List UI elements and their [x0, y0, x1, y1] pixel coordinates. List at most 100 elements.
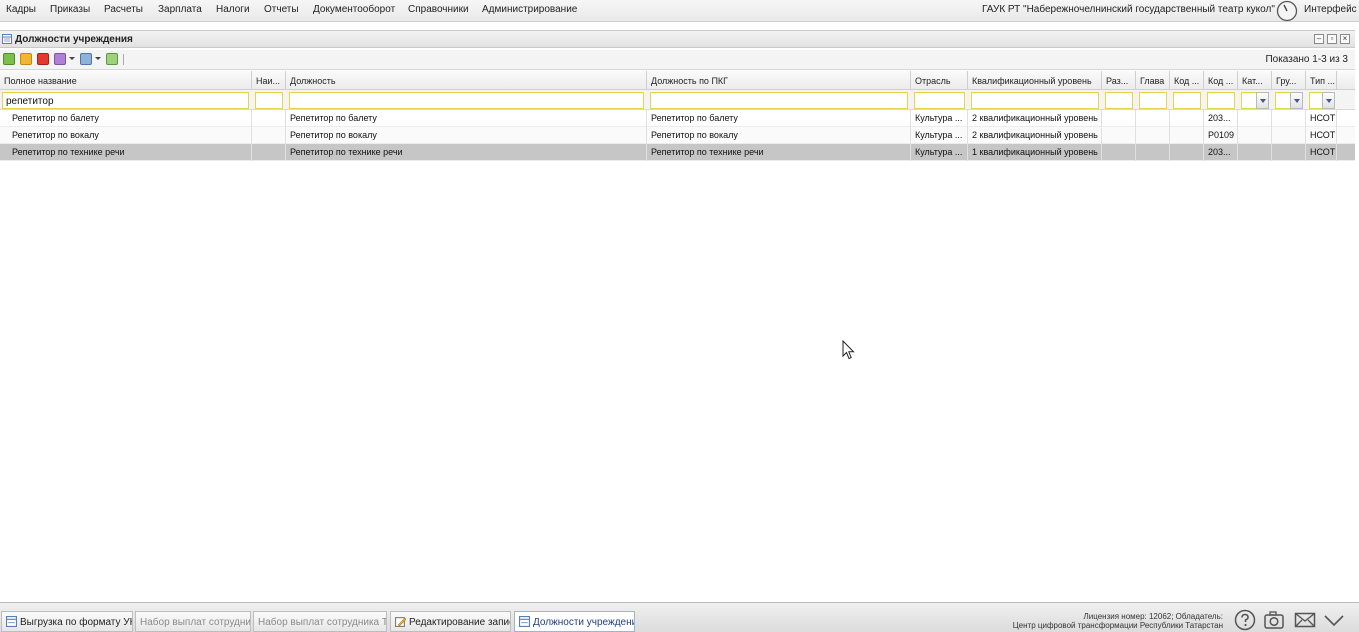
- menu-item-dokumentooborot[interactable]: Документооборот: [313, 4, 395, 15]
- column-header-chapter[interactable]: Глава: [1136, 71, 1170, 90]
- menu-item-raschety[interactable]: Расчеты: [104, 4, 143, 15]
- task-label: Должности учреждения: [533, 617, 635, 628]
- dropdown-icon[interactable]: [1323, 609, 1345, 631]
- task-payments-set-te[interactable]: Набор выплат сотрудника Те...: [253, 611, 387, 632]
- grid-window-icon: [2, 34, 12, 44]
- task-positions[interactable]: Должности учреждения: [514, 611, 635, 632]
- edit-icon[interactable]: [20, 53, 32, 65]
- task-label: Набор выплат сотрудника: [140, 617, 251, 628]
- minimize-button[interactable]: –: [1314, 34, 1324, 44]
- task-label: Выгрузка по формату УК...: [20, 617, 133, 628]
- main-menu-bar: Кадры Приказы Расчеты Зарплата Налоги От…: [0, 0, 1359, 22]
- cell-section: [1102, 144, 1136, 161]
- column-header-position[interactable]: Должность: [286, 71, 647, 90]
- cell-category: [1238, 110, 1272, 127]
- task-label: Редактирование записи: [409, 617, 511, 628]
- column-header-group[interactable]: Гру...: [1272, 71, 1306, 90]
- restore-button[interactable]: ▫: [1327, 34, 1337, 44]
- cell-code-2: 203...: [1204, 144, 1238, 161]
- column-header-category[interactable]: Кат...: [1238, 71, 1272, 90]
- filter-industry-input[interactable]: [914, 92, 965, 109]
- column-header-section[interactable]: Раз...: [1102, 71, 1136, 90]
- delete-icon[interactable]: [37, 53, 49, 65]
- license-line-1: Лицензия номер: 12062; Обладатель:: [1083, 612, 1224, 621]
- column-header-code-2[interactable]: Код ...: [1204, 71, 1238, 90]
- menu-item-prikazy[interactable]: Приказы: [50, 4, 90, 15]
- task-export-uk[interactable]: Выгрузка по формату УК...: [1, 611, 133, 632]
- license-info: Лицензия номер: 12062; Обладатель: Центр…: [1013, 612, 1223, 630]
- print-icon[interactable]: [80, 53, 92, 65]
- refresh-icon[interactable]: [106, 53, 118, 65]
- column-header-full-name[interactable]: Полное название: [0, 71, 252, 90]
- column-header-code-1[interactable]: Код ...: [1170, 71, 1204, 90]
- task-label: Набор выплат сотрудника Те...: [258, 617, 387, 628]
- grid-window-icon: [519, 616, 530, 627]
- menu-item-administrirovanie[interactable]: Администрирование: [482, 4, 577, 15]
- cell-industry: Культура ...: [911, 127, 968, 144]
- column-header-qualification-level[interactable]: Квалификационный уровень: [968, 71, 1102, 90]
- print-dropdown-icon[interactable]: [95, 57, 101, 60]
- license-line-2: Центр цифровой трансформации Республики …: [1012, 621, 1223, 630]
- cell-full-name: Репетитор по балету: [0, 110, 252, 127]
- table-row[interactable]: Репетитор по технике речи Репетитор по те…: [0, 144, 1355, 161]
- column-header-short-name[interactable]: Наи...: [252, 71, 286, 90]
- interface-menu[interactable]: Интерфейс: [1304, 4, 1359, 15]
- clock-icon[interactable]: [1276, 0, 1298, 22]
- filter-group-combo[interactable]: [1275, 92, 1291, 109]
- filter-row: [0, 90, 1355, 110]
- window-taskbar: Выгрузка по формату УК... Набор выплат с…: [0, 602, 1359, 632]
- filter-chapter-input[interactable]: [1139, 92, 1167, 109]
- filter-code-2-input[interactable]: [1207, 92, 1235, 109]
- cell-qualification-level: 1 квалификационный уровень: [968, 144, 1102, 161]
- cell-position: Репетитор по технике речи: [286, 144, 647, 161]
- mail-icon[interactable]: [1294, 609, 1316, 631]
- filter-qualification-input[interactable]: [971, 92, 1099, 109]
- task-payments-set[interactable]: Набор выплат сотрудника: [135, 611, 251, 632]
- filter-full-name-input[interactable]: [2, 92, 249, 109]
- edit-record-icon: [395, 617, 406, 627]
- filter-code-1-input[interactable]: [1173, 92, 1201, 109]
- settings-dropdown-icon[interactable]: [69, 57, 75, 60]
- task-edit-record[interactable]: Редактирование записи: [390, 611, 511, 632]
- organization-name: ГАУК РТ "Набережночелнинский государстве…: [982, 4, 1275, 15]
- camera-icon[interactable]: [1263, 609, 1285, 631]
- category-dropdown-icon[interactable]: [1256, 92, 1269, 109]
- cell-industry: Культура ...: [911, 110, 968, 127]
- column-header-pkg-position[interactable]: Должность по ПКГ: [647, 71, 911, 90]
- cell-type: НСОТ: [1306, 144, 1337, 161]
- help-icon[interactable]: [1234, 609, 1256, 631]
- cell-code-1: [1170, 144, 1204, 161]
- filter-short-name-input[interactable]: [255, 92, 283, 109]
- cell-type: НСОТ: [1306, 127, 1337, 144]
- cell-code-2: Р0109: [1204, 127, 1238, 144]
- menu-item-kadry[interactable]: Кадры: [6, 4, 36, 15]
- close-button[interactable]: ×: [1340, 34, 1350, 44]
- menu-item-nalogi[interactable]: Налоги: [216, 4, 250, 15]
- column-header-industry[interactable]: Отрасль: [911, 71, 968, 90]
- column-header-type[interactable]: Тип ...: [1306, 71, 1337, 90]
- table-row[interactable]: Репетитор по балету Репетитор по балету Ре…: [0, 110, 1355, 127]
- menu-item-zarplata[interactable]: Зарплата: [158, 4, 202, 15]
- type-dropdown-icon[interactable]: [1322, 92, 1335, 109]
- cell-chapter: [1136, 144, 1170, 161]
- filter-position-input[interactable]: [289, 92, 644, 109]
- table-row[interactable]: Репетитор по вокалу Репетитор по вокалу Ре…: [0, 127, 1355, 144]
- filter-pkg-position-input[interactable]: [650, 92, 908, 109]
- cell-chapter: [1136, 110, 1170, 127]
- menu-item-spravochniki[interactable]: Справочники: [408, 4, 469, 15]
- add-icon[interactable]: [3, 53, 15, 65]
- filter-category-combo[interactable]: [1241, 92, 1257, 109]
- cell-pkg-position: Репетитор по технике речи: [647, 144, 911, 161]
- settings-icon[interactable]: [54, 53, 66, 65]
- cell-code-1: [1170, 127, 1204, 144]
- cell-full-name: Репетитор по вокалу: [0, 127, 252, 144]
- window-title: Должности учреждения: [15, 34, 133, 45]
- grid-toolbar: Показано 1-3 из 3: [0, 50, 1355, 70]
- cell-position: Репетитор по вокалу: [286, 127, 647, 144]
- group-dropdown-icon[interactable]: [1290, 92, 1303, 109]
- cell-group: [1272, 110, 1306, 127]
- menu-item-otchety[interactable]: Отчеты: [264, 4, 299, 15]
- filter-type-combo[interactable]: [1309, 92, 1323, 109]
- grid-window-icon: [6, 616, 17, 627]
- filter-section-input[interactable]: [1105, 92, 1133, 109]
